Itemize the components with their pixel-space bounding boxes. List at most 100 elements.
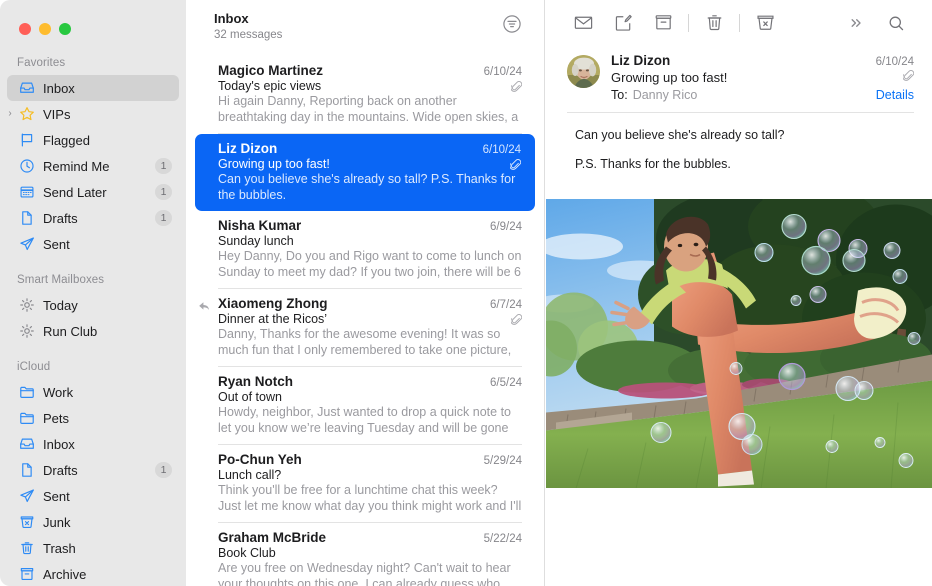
- message-row[interactable]: Po-Chun Yeh5/29/24Lunch call?Think you'l…: [186, 445, 544, 523]
- sidebar-item-label: Inbox: [43, 437, 75, 452]
- unread-badge: 1: [155, 462, 172, 478]
- gear-icon: [17, 323, 36, 339]
- message-sender: Graham McBride: [218, 530, 326, 545]
- compose-button[interactable]: [603, 8, 643, 38]
- calendar-icon: [17, 184, 36, 200]
- message-row[interactable]: Nisha Kumar6/9/24Sunday lunchHey Danny, …: [186, 211, 544, 289]
- junk-button[interactable]: [745, 8, 785, 38]
- sidebar-item-vips[interactable]: ›VIPs: [7, 101, 179, 127]
- message-preview: Hey Danny, Do you and Rigo want to come …: [218, 249, 522, 281]
- message-subject: Dinner at the Ricos’: [218, 312, 327, 326]
- message-row[interactable]: Ryan Notch6/5/24Out of townHowdy, neighb…: [186, 367, 544, 445]
- message-date: 6/10/24: [876, 56, 914, 68]
- sidebar-item-flagged[interactable]: Flagged: [7, 127, 179, 153]
- body-paragraph: Can you believe she's already so tall?: [575, 127, 910, 143]
- sidebar-group-smart-mailboxes: Smart MailboxesToday Run Club: [0, 267, 186, 344]
- sidebar-item-drafts[interactable]: Drafts1: [7, 205, 179, 231]
- sidebar-item-label: Drafts: [43, 463, 78, 478]
- sidebar-item-label: Trash: [43, 541, 76, 556]
- sidebar-item-label: Drafts: [43, 211, 78, 226]
- message-sender: Po-Chun Yeh: [218, 452, 302, 467]
- paperclip-icon: [510, 158, 521, 171]
- message-list-pane: Inbox 32 messages Magico Martinez6/10/24…: [186, 0, 544, 586]
- sidebar-item-label: Sent: [43, 489, 70, 504]
- message-preview: Howdy, neighbor, Just wanted to drop a q…: [218, 405, 522, 437]
- message-sender: Liz Dizon: [218, 141, 277, 156]
- filter-icon[interactable]: [501, 13, 523, 35]
- sidebar-item-today[interactable]: Today: [7, 292, 179, 318]
- attachment-image[interactable]: [546, 199, 932, 488]
- sidebar-group-icloud: iCloudWorkPets Inbox Drafts 1 Sent Junk Trash A…: [0, 354, 186, 586]
- sidebar-item-junk[interactable]: Junk: [7, 509, 179, 535]
- sidebar-item-pets[interactable]: Pets: [7, 405, 179, 431]
- message-subject: Today's epic views: [218, 79, 321, 93]
- inbox-icon: [17, 436, 36, 452]
- archive-button[interactable]: [643, 8, 683, 38]
- message-sender: Magico Martinez: [218, 63, 323, 78]
- gear-icon: [17, 297, 36, 313]
- sidebar-item-send-later[interactable]: Send Later1: [7, 179, 179, 205]
- sidebar-item-inbox[interactable]: Inbox: [7, 75, 179, 101]
- sidebar-item-label: Junk: [43, 515, 70, 530]
- message-row[interactable]: Graham McBride5/22/24Book ClubAre you fr…: [186, 523, 544, 586]
- flag-icon: [17, 132, 36, 148]
- sidebar-item-archive[interactable]: Archive: [7, 561, 179, 586]
- more-button[interactable]: [836, 8, 876, 38]
- sidebar-mailbox-list: FavoritesInbox›VIPsFlaggedRemind Me1Send…: [0, 50, 186, 586]
- paper-plane-icon: [17, 488, 36, 504]
- message-rows: Magico Martinez6/10/24Today's epic views…: [186, 56, 544, 586]
- minimize-window-button[interactable]: [39, 23, 51, 35]
- trash-icon: [17, 540, 36, 556]
- sidebar-item-label: Run Club: [43, 324, 97, 339]
- message-preview: Hi again Danny, Reporting back on anothe…: [218, 94, 522, 126]
- sender-name: Liz Dizon: [611, 53, 670, 68]
- sidebar-item-trash[interactable]: Trash: [7, 535, 179, 561]
- paper-plane-icon: [17, 236, 36, 252]
- message-preview: Think you'll be free for a lunchtime cha…: [218, 483, 522, 515]
- inbox-icon: [17, 80, 36, 96]
- folder-icon: [17, 384, 36, 400]
- chevron-right-icon[interactable]: ›: [5, 109, 15, 119]
- close-window-button[interactable]: [19, 23, 31, 35]
- message-subject: Growing up too fast!: [611, 70, 727, 85]
- sidebar-section-title: Smart Mailboxes: [0, 267, 186, 292]
- recipient-line: To:Danny Rico: [611, 88, 697, 102]
- sidebar-item-remind-me[interactable]: Remind Me1: [7, 153, 179, 179]
- toolbar-divider: [739, 14, 740, 32]
- zoom-window-button[interactable]: [59, 23, 71, 35]
- reading-pane: Liz Dizon 6/10/24 Growing up too fast! T…: [544, 0, 932, 586]
- sidebar-group-favorites: FavoritesInbox›VIPsFlaggedRemind Me1Send…: [0, 50, 186, 257]
- sidebar-item-drafts[interactable]: Drafts 1: [7, 457, 179, 483]
- sidebar-item-sent[interactable]: Sent: [7, 483, 179, 509]
- unread-badge: 1: [155, 158, 172, 174]
- details-link[interactable]: Details: [876, 88, 914, 102]
- message-list-header: Inbox 32 messages: [186, 0, 544, 56]
- message-header: Liz Dizon 6/10/24 Growing up too fast! T…: [545, 45, 932, 102]
- message-row[interactable]: Liz Dizon6/10/24Growing up too fast!Can …: [195, 134, 535, 211]
- junk-icon: [17, 514, 36, 530]
- sidebar-item-run-club[interactable]: Run Club: [7, 318, 179, 344]
- message-date: 6/7/24: [490, 299, 522, 311]
- search-icon[interactable]: [876, 8, 916, 38]
- mark-unread-button[interactable]: [563, 8, 603, 38]
- sidebar-item-label: Sent: [43, 237, 70, 252]
- message-row[interactable]: Xiaomeng Zhong6/7/24Dinner at the Ricos’…: [186, 289, 544, 367]
- window-traffic-lights: [0, 0, 186, 42]
- sidebar-item-work[interactable]: Work: [7, 379, 179, 405]
- mail-window: FavoritesInbox›VIPsFlaggedRemind Me1Send…: [0, 0, 932, 586]
- delete-button[interactable]: [694, 8, 734, 38]
- sidebar-item-inbox[interactable]: Inbox: [7, 431, 179, 457]
- message-date: 6/9/24: [490, 221, 522, 233]
- body-paragraph: P.S. Thanks for the bubbles.: [575, 156, 910, 172]
- message-date: 5/29/24: [484, 455, 522, 467]
- sidebar-section-title: iCloud: [0, 354, 186, 379]
- message-row[interactable]: Magico Martinez6/10/24Today's epic views…: [186, 56, 544, 134]
- message-preview: Are you free on Wednesday night? Can't w…: [218, 561, 522, 586]
- paperclip-icon: [903, 69, 914, 82]
- message-count: 32 messages: [214, 28, 282, 43]
- sidebar-item-sent[interactable]: Sent: [7, 231, 179, 257]
- message-sender: Nisha Kumar: [218, 218, 301, 233]
- mailbox-title: Inbox: [214, 11, 282, 27]
- message-subject: Out of town: [218, 390, 282, 404]
- message-subject: Book Club: [218, 546, 276, 560]
